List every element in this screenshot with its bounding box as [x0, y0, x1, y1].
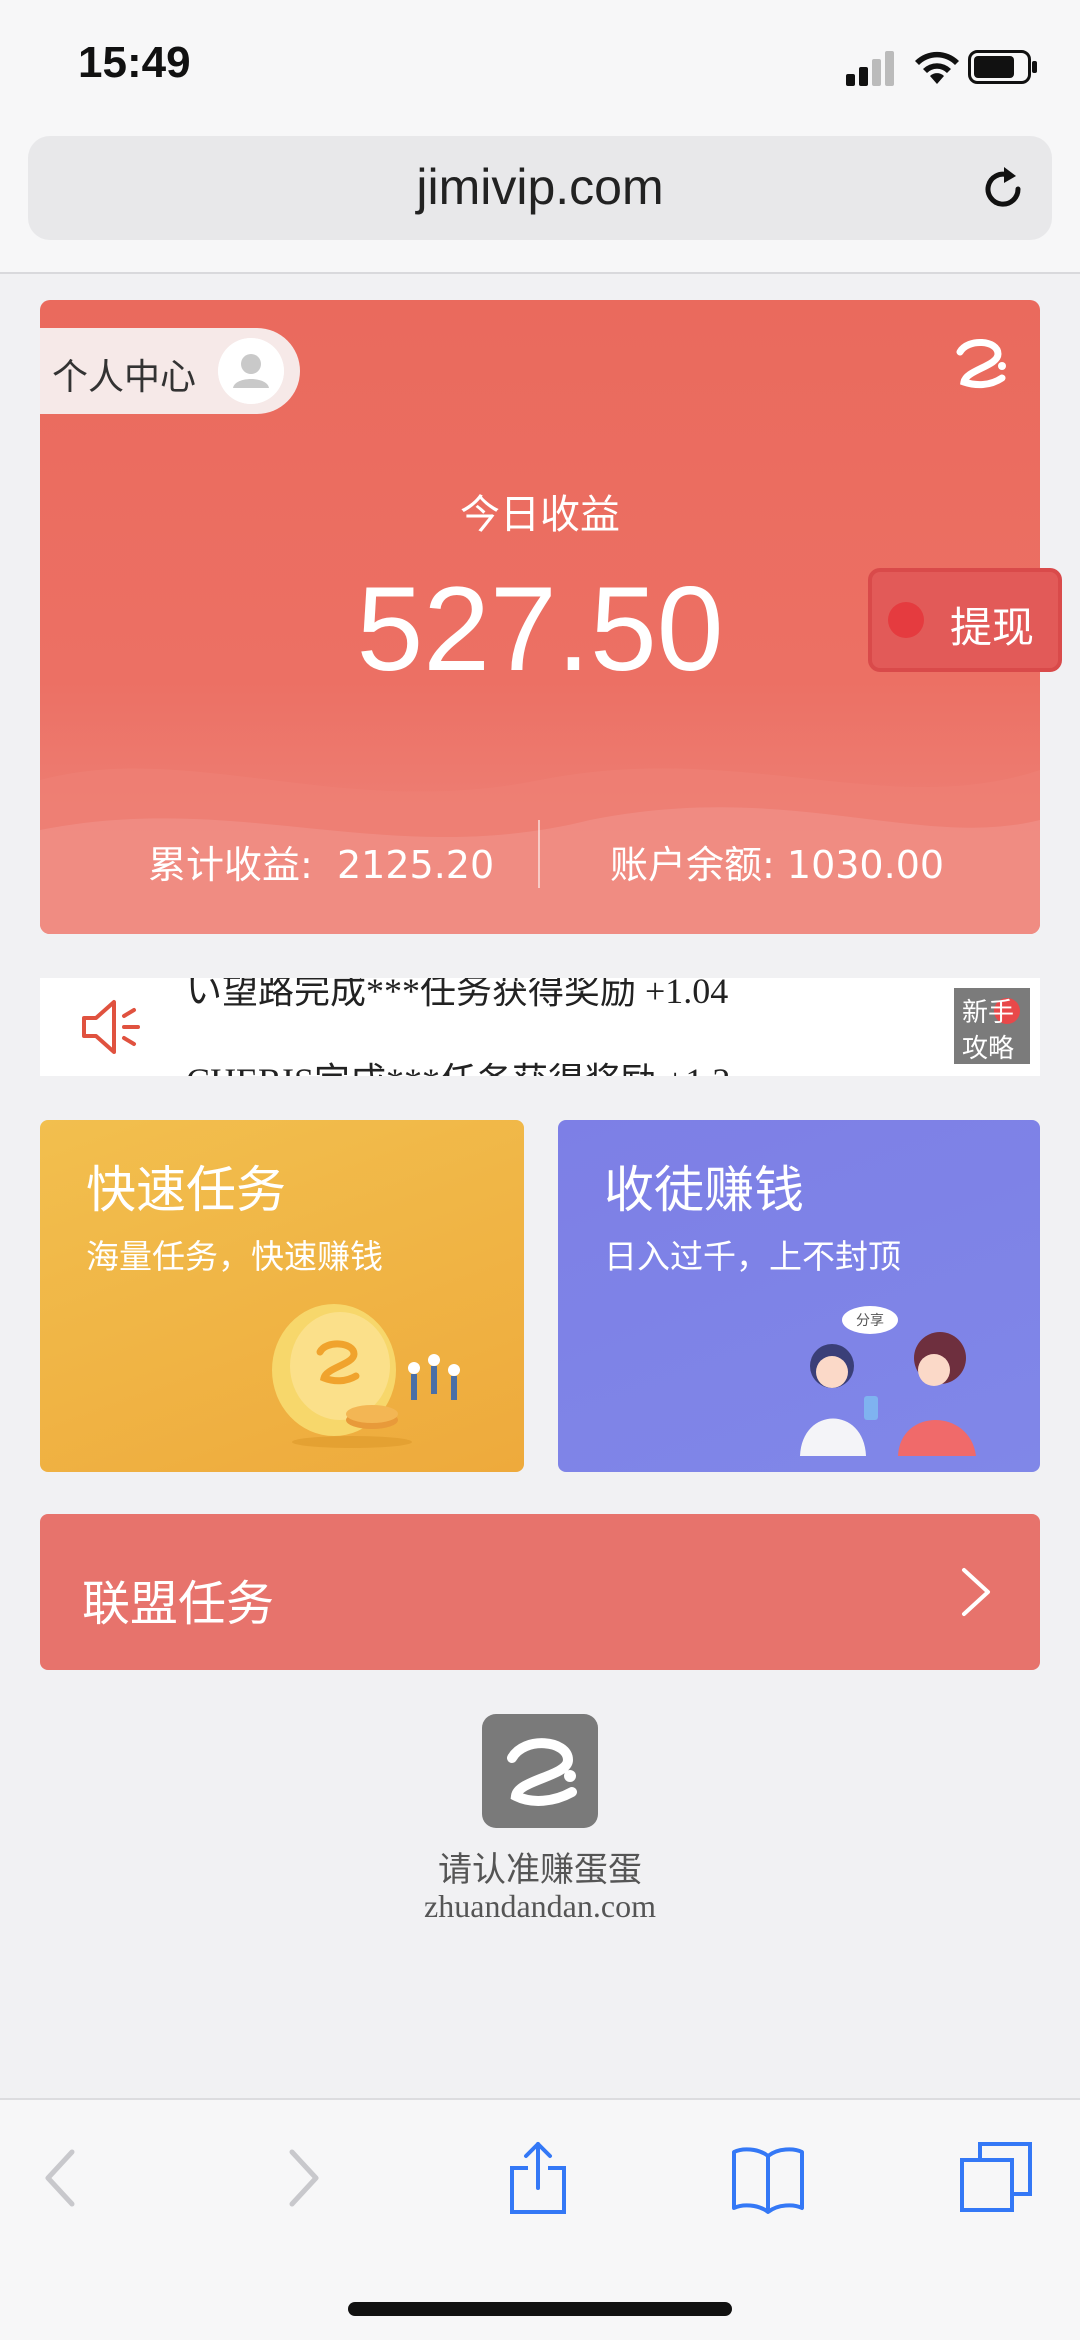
brand-url: zhuandandan.com	[424, 1888, 656, 1924]
sharing-people-illustration: 分享	[800, 1306, 976, 1456]
withdraw-dot-icon	[888, 602, 924, 638]
brand-slogan: 请认准赚蛋蛋	[438, 1850, 642, 1890]
guide-label-2[interactable]: 攻略	[962, 1028, 1014, 1065]
coin-illustration	[272, 1304, 460, 1448]
ticker-line-1: い望路完成***任务获得奖励 +1.04	[186, 978, 729, 1011]
ticker-clip: い望路完成***任务获得奖励 +1.04 CHERIS完成***任务获得奖励 +…	[40, 978, 1040, 1076]
tabs-icon[interactable]	[956, 2138, 1036, 2218]
account-balance-value: 1030.00	[786, 843, 945, 887]
total-earnings-label: 累计收益:	[148, 843, 313, 887]
reload-icon[interactable]	[978, 164, 1028, 214]
avatar-icon[interactable]	[218, 338, 284, 404]
total-earnings-value: 2125.20	[336, 843, 495, 887]
brand-logo-icon	[482, 1714, 598, 1828]
address-url[interactable]: jimivip.com	[0, 158, 1080, 216]
brand-logo-mark	[507, 1738, 577, 1806]
stats-divider	[538, 820, 540, 888]
share-icon[interactable]	[498, 2138, 578, 2218]
back-icon[interactable]	[22, 2138, 102, 2218]
logo-icon	[956, 339, 1006, 389]
forward-icon[interactable]	[262, 2138, 342, 2218]
profile-center-label[interactable]: 个人中心	[52, 348, 196, 400]
total-earnings: 累计收益: 2125.20	[148, 834, 494, 889]
battery-icon	[968, 50, 1037, 84]
quick-task-subtitle: 海量任务，快速赚钱	[86, 1237, 383, 1276]
account-balance-label: 账户余额:	[610, 843, 775, 887]
quick-task-title[interactable]: 快速任务	[86, 1150, 286, 1222]
guide-label-1[interactable]: 新手	[962, 992, 1014, 1029]
home-indicator	[348, 2302, 732, 2316]
bookmarks-icon[interactable]	[728, 2138, 808, 2218]
today-earnings-label: 今日收益	[460, 492, 620, 538]
chevron-right-icon[interactable]	[958, 1566, 994, 1618]
signal-icon	[846, 51, 894, 86]
invite-earn-title[interactable]: 收徒赚钱	[604, 1150, 804, 1222]
account-balance: 账户余额: 1030.00	[610, 834, 944, 889]
wave-decoration	[40, 768, 1040, 934]
status-time: 15:49	[78, 38, 191, 87]
wifi-icon	[915, 51, 959, 84]
invite-earn-subtitle: 日入过千，上不封顶	[604, 1237, 901, 1276]
ticker-line-2: CHERIS完成***任务获得奖励 +1.2	[186, 1052, 730, 1076]
alliance-task-label[interactable]: 联盟任务	[82, 1564, 274, 1634]
withdraw-label[interactable]: 提现	[950, 594, 1034, 655]
share-bubble-text: 分享	[856, 1312, 884, 1329]
